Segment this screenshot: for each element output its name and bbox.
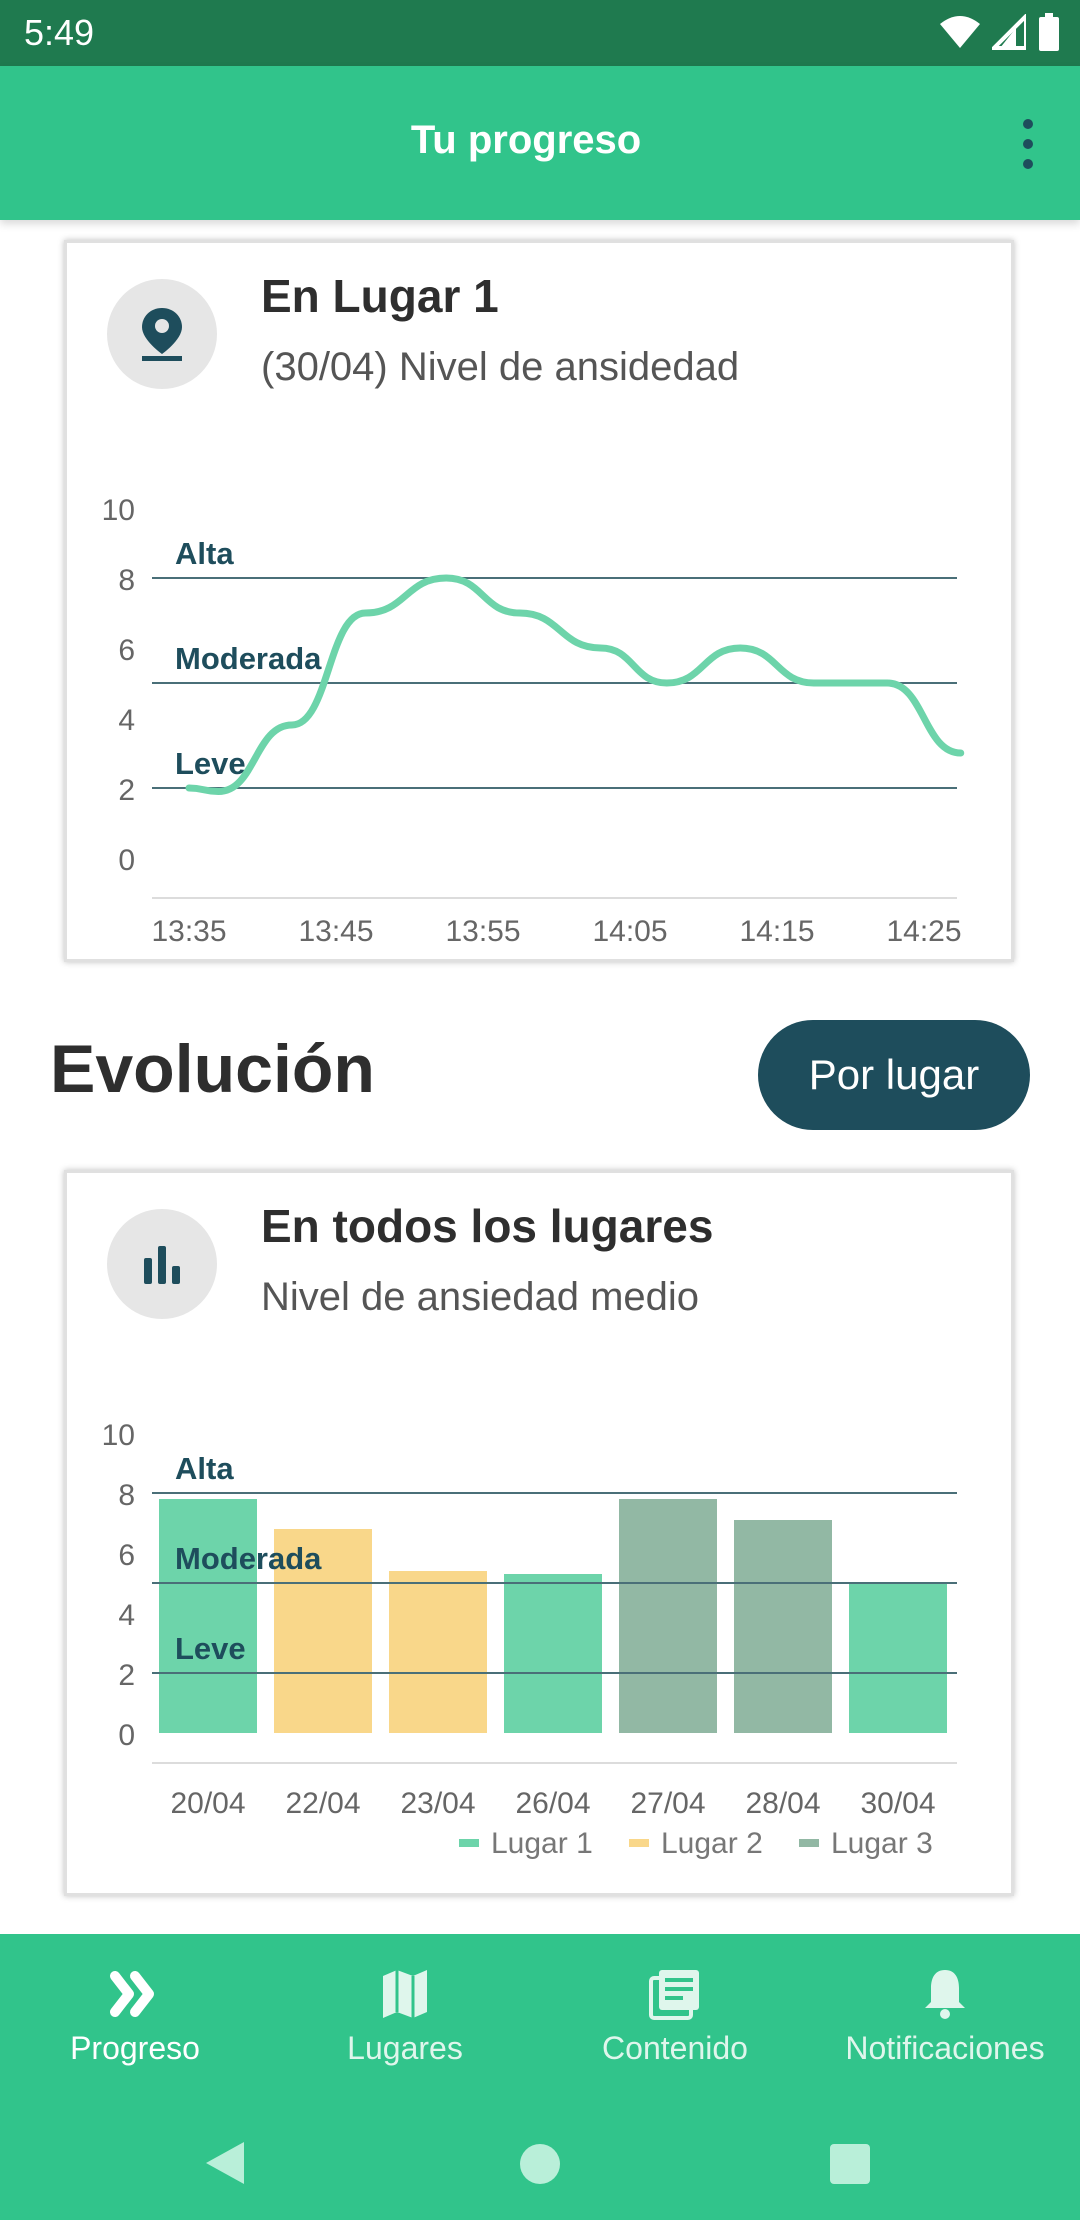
y-tick-label: 8 [118,564,135,597]
nav-item-progreso[interactable]: Progreso [0,1964,270,2084]
nav-item-lugares[interactable]: Lugares [270,1964,540,2084]
section-title: Evolución [50,1031,375,1107]
threshold-label: Alta [175,1451,234,1486]
bar [504,1574,602,1733]
signal-icon [992,14,1026,50]
nav-label: Lugares [347,2030,463,2066]
recents-icon[interactable] [828,2142,872,2186]
nav-label: Contenido [602,2030,748,2066]
x-tick-label: 22/04 [285,1787,360,1820]
x-tick-label: 13:45 [298,915,373,948]
legend-swatch [629,1839,649,1847]
filter-by-place-button[interactable]: Por lugar [758,1020,1030,1130]
all-places-card: En todos los lugares Nivel de ansiedad m… [64,1170,1014,1896]
legend-label: Lugar 1 [491,1827,593,1860]
home-icon[interactable] [518,2142,562,2186]
threshold-label: Leve [175,746,246,781]
battery-icon [1039,13,1059,51]
app-bar: Tu progreso [0,66,1080,220]
x-tick-label: 28/04 [745,1787,820,1820]
x-tick-label: 14:25 [886,915,961,948]
x-tick-label: 13:55 [445,915,520,948]
legend-swatch [799,1839,819,1847]
series-line-lugar-1 [185,574,965,796]
nav-label: Notificaciones [845,2030,1045,2066]
bar [734,1520,832,1733]
system-navigation [0,2110,1080,2220]
threshold-label: Alta [175,536,234,571]
x-tick-label: 14:05 [592,915,667,948]
status-icons [940,12,1060,52]
x-tick-label: 13:35 [151,915,226,948]
articles-icon [649,1970,699,2020]
status-bar: 5:49 [0,0,1080,66]
y-tick-label: 8 [118,1479,135,1512]
legend-label: Lugar 2 [661,1827,763,1860]
y-tick-label: 2 [118,774,135,807]
anxiety-line-chart: 0 2 4 6 8 10 Alta Moderada Leve 13:35 13:45 13:55 14… [102,494,965,948]
bar [389,1571,487,1733]
threshold-label: Leve [175,1631,246,1666]
y-tick-label: 4 [118,1599,135,1632]
wifi-icon [940,16,980,48]
status-time: 5:49 [24,12,95,53]
x-tick-label: 27/04 [630,1787,705,1820]
double-chevron-icon [110,1971,154,2017]
nav-item-contenido[interactable]: Contenido [540,1964,810,2084]
threshold-label: Moderada [175,1541,322,1576]
y-tick-label: 10 [102,1419,135,1452]
legend-swatch [459,1839,479,1847]
map-icon [383,1970,427,2018]
y-tick-label: 4 [118,704,135,737]
x-tick-label: 14:15 [739,915,814,948]
app-bar-title: Tu progreso [410,118,642,162]
y-tick-label: 10 [102,494,135,527]
x-tick-label: 23/04 [400,1787,475,1820]
y-tick-label: 0 [118,844,135,877]
bar [849,1583,947,1733]
place-progress-card: En Lugar 1 (30/04) Nivel de ansidedad 02… [64,240,1014,962]
y-tick-label: 6 [118,1539,135,1572]
nav-item-notificaciones[interactable]: Notificaciones [810,1964,1080,2084]
average-anxiety-bar-chart: 0 2 4 6 8 10 20/04 22/04 23/04 26/04 27/04 28/04 30/… [102,1419,957,1860]
x-tick-label: 30/04 [860,1787,935,1820]
nav-label: Progreso [70,2030,200,2066]
back-icon[interactable] [200,2138,250,2188]
y-tick-label: 6 [118,634,135,667]
y-tick-label: 2 [118,1659,135,1692]
y-tick-label: 0 [118,1719,135,1752]
bar [619,1499,717,1733]
threshold-label: Moderada [175,641,322,676]
bell-icon [925,1970,965,2019]
more-vertical-icon[interactable] [1018,118,1038,170]
legend-label: Lugar 3 [831,1827,933,1860]
x-tick-label: 20/04 [170,1787,245,1820]
bar [159,1499,257,1733]
x-tick-label: 26/04 [515,1787,590,1820]
